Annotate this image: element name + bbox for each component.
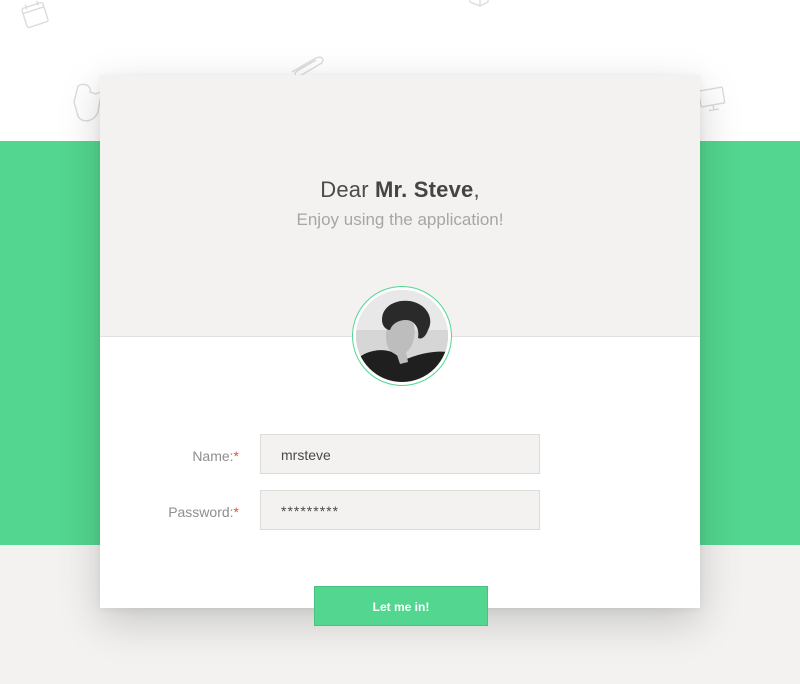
login-card: Dear Mr. Steve, Enjoy using the applicat…	[100, 75, 700, 608]
avatar	[356, 290, 448, 382]
calendar-icon	[18, 0, 52, 32]
name-label-text: Name:	[192, 448, 234, 464]
greeting-heading: Dear Mr. Steve,	[100, 177, 700, 203]
cube-icon	[466, 0, 492, 10]
name-input[interactable]: mrsteve	[260, 434, 540, 474]
required-marker: *	[233, 448, 239, 464]
greeting-prefix: Dear	[320, 177, 376, 202]
user-name: Mr. Steve	[375, 177, 474, 202]
monitor-icon	[696, 84, 728, 114]
greeting-suffix: ,	[473, 177, 480, 202]
avatar-frame	[352, 286, 452, 386]
required-marker: *	[233, 504, 239, 520]
puzzle-icon	[70, 82, 104, 126]
login-button[interactable]: Let me in!	[314, 586, 488, 626]
name-field-label: Name:*	[192, 448, 239, 464]
password-input[interactable]: *********	[260, 490, 540, 530]
greeting-subtitle: Enjoy using the application!	[296, 210, 504, 229]
password-label-text: Password:	[168, 504, 234, 520]
password-field-label: Password:*	[168, 504, 239, 520]
